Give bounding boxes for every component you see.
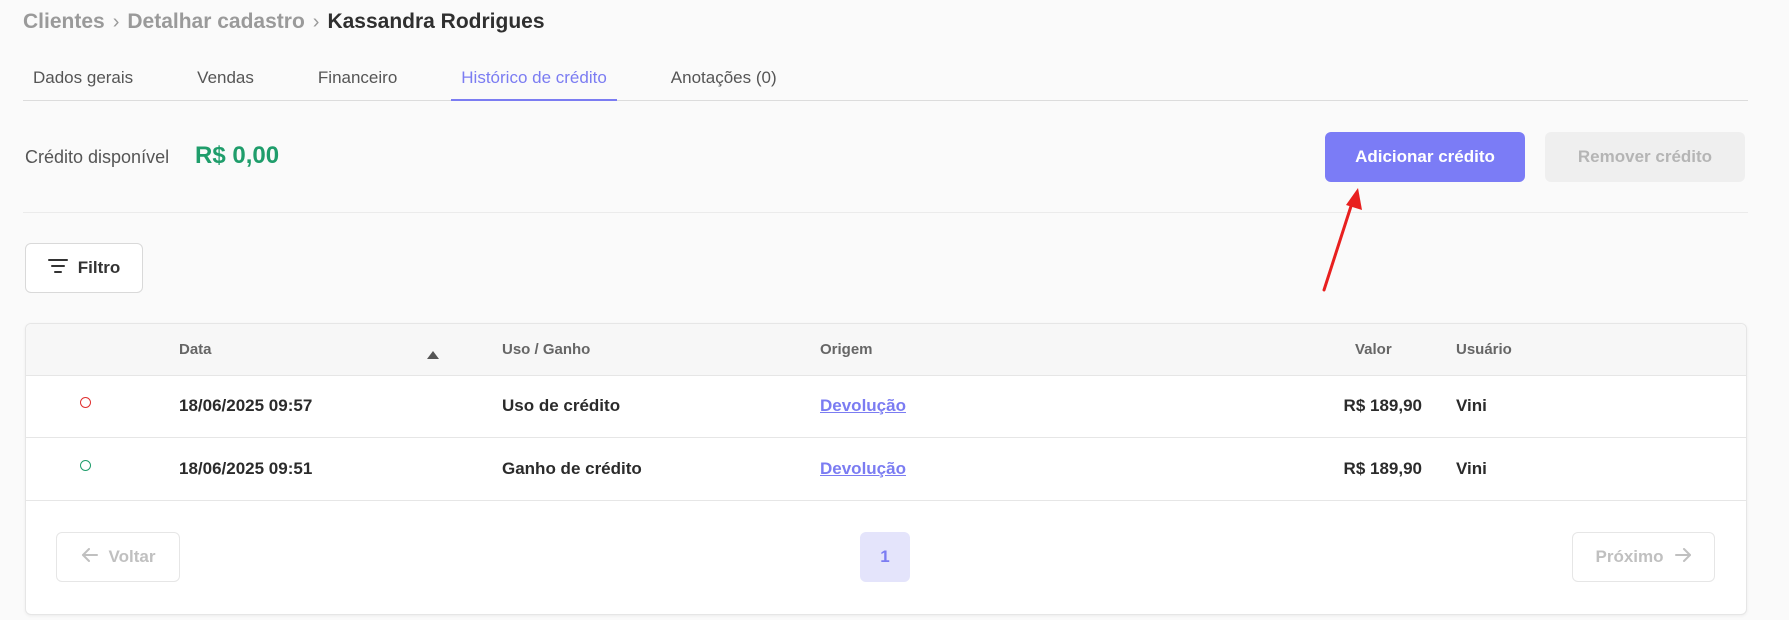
pagination-prev-label: Voltar (108, 547, 156, 566)
row-value: R$ 189,90 (1343, 396, 1422, 415)
breadcrumb-separator: › (112, 10, 120, 33)
breadcrumb-clientes[interactable]: Clientes (23, 10, 105, 34)
row-date: 18/06/2025 09:51 (179, 459, 313, 478)
arrow-right-icon (1674, 547, 1692, 567)
credit-available-label: Crédito disponível (25, 147, 170, 167)
add-credit-button[interactable]: Adicionar crédito (1325, 132, 1525, 182)
row-origin-link[interactable]: Devolução (820, 459, 906, 479)
row-origin-link[interactable]: Devolução (820, 396, 906, 416)
breadcrumb-separator: › (312, 10, 320, 33)
row-type: Uso de crédito (502, 396, 621, 415)
tab-financeiro[interactable]: Financeiro (308, 58, 407, 100)
table-header: Data Uso / Ganho Origem Valor Usuário (26, 324, 1746, 376)
column-header-data[interactable]: Data (179, 341, 212, 358)
pagination-page-1[interactable]: 1 (860, 532, 910, 582)
table-row: 18/06/2025 09:51 Ganho de crédito Devolu… (26, 438, 1746, 501)
row-user: Vini (1456, 396, 1487, 415)
filter-lines-icon (47, 258, 68, 279)
credit-history-table: Data Uso / Ganho Origem Valor Usuário 18… (25, 323, 1747, 615)
credit-available-value: R$ 0,00 (195, 142, 280, 169)
sort-up-icon[interactable] (427, 346, 439, 364)
pagination-next-label: Próximo (1595, 547, 1664, 566)
row-value: R$ 189,90 (1343, 459, 1422, 478)
tab-dados-gerais[interactable]: Dados gerais (23, 58, 143, 100)
row-user: Vini (1456, 459, 1487, 478)
section-divider (23, 212, 1748, 213)
pagination-prev-button[interactable]: Voltar (56, 532, 180, 582)
status-ganho-icon (80, 460, 91, 471)
table-row: 18/06/2025 09:57 Uso de crédito Devoluçã… (26, 375, 1746, 438)
pagination-next-button[interactable]: Próximo (1572, 532, 1715, 582)
remove-credit-button[interactable]: Remover crédito (1545, 132, 1745, 182)
column-header-valor: Valor (1355, 341, 1392, 358)
breadcrumb: Clientes › Detalhar cadastro › Kassandra… (23, 10, 545, 34)
tab-historico-de-credito[interactable]: Histórico de crédito (451, 58, 617, 101)
tab-anotacoes[interactable]: Anotações (0) (661, 58, 787, 100)
filter-button[interactable]: Filtro (25, 243, 143, 293)
breadcrumb-current: Kassandra Rodrigues (327, 10, 545, 33)
tab-vendas[interactable]: Vendas (187, 58, 264, 100)
column-header-uso-ganho: Uso / Ganho (502, 341, 591, 358)
status-uso-icon (80, 397, 91, 408)
column-header-origem: Origem (820, 341, 873, 358)
arrow-left-icon (81, 547, 99, 567)
tab-bar: Dados gerais Vendas Financeiro Histórico… (23, 58, 1748, 101)
breadcrumb-detalhar-cadastro[interactable]: Detalhar cadastro (127, 10, 304, 34)
filter-label: Filtro (77, 258, 121, 277)
column-header-usuario: Usuário (1456, 341, 1512, 358)
annotation-arrow-icon (1322, 188, 1362, 292)
row-date: 18/06/2025 09:57 (179, 396, 313, 415)
row-type: Ganho de crédito (502, 459, 642, 478)
